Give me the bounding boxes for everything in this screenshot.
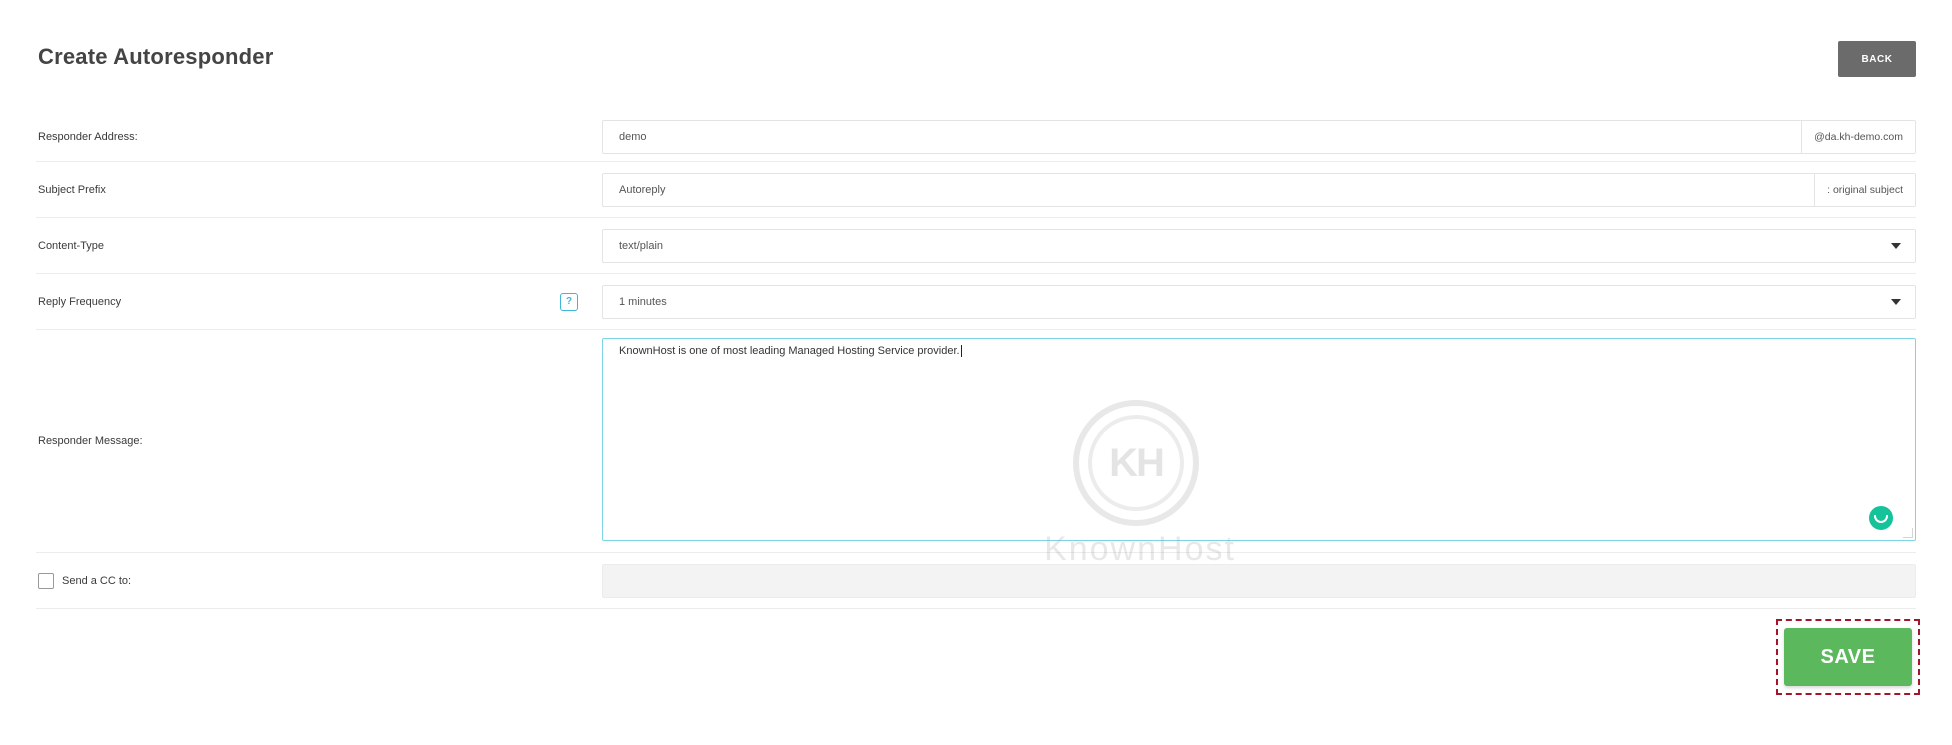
- send-cc-row: Send a CC to:: [36, 553, 1916, 609]
- send-cc-checkbox[interactable]: [38, 572, 54, 589]
- reply-frequency-select[interactable]: 1 minutes: [602, 284, 1916, 319]
- responder-address-value: demo: [619, 130, 647, 143]
- caret-down-icon: [1891, 242, 1901, 249]
- page-title: Create Autoresponder: [38, 44, 274, 69]
- text-cursor: [960, 345, 962, 358]
- subject-prefix-input[interactable]: Autoreply : original subject: [602, 172, 1916, 207]
- reply-frequency-label: Reply Frequency: [38, 295, 122, 308]
- responder-message-text: KnownHost is one of most leading Managed…: [619, 345, 960, 357]
- responder-address-row: Responder Address: demo @da.kh-demo.com: [36, 112, 1916, 162]
- responder-message-row: Responder Message: KnownHost is one of m…: [36, 330, 1916, 553]
- domain-suffix: @da.kh-demo.com: [1801, 120, 1915, 153]
- autoresponder-form: Responder Address: demo @da.kh-demo.com …: [36, 112, 1916, 609]
- responder-message-label: Responder Message:: [38, 435, 143, 447]
- help-icon[interactable]: ?: [560, 292, 578, 311]
- subject-prefix-value: Autoreply: [619, 183, 666, 196]
- caret-down-icon: [1891, 298, 1901, 305]
- grammarly-icon[interactable]: [1869, 506, 1893, 530]
- reply-frequency-row: Reply Frequency ? 1 minutes: [36, 274, 1916, 330]
- subject-suffix: : original subject: [1814, 173, 1915, 206]
- subject-prefix-row: Subject Prefix Autoreply : original subj…: [36, 162, 1916, 218]
- content-type-label: Content-Type: [38, 239, 105, 252]
- reply-frequency-value: 1 minutes: [619, 295, 667, 308]
- resize-handle-icon[interactable]: [1903, 528, 1913, 538]
- responder-address-label: Responder Address:: [38, 130, 138, 143]
- send-cc-label: Send a CC to:: [62, 574, 132, 587]
- content-type-select[interactable]: text/plain: [602, 228, 1916, 263]
- responder-address-input[interactable]: demo @da.kh-demo.com: [602, 119, 1916, 154]
- subject-prefix-label: Subject Prefix: [38, 183, 106, 196]
- cc-email-input[interactable]: [602, 563, 1916, 598]
- back-button[interactable]: BACK: [1838, 41, 1916, 77]
- content-type-value: text/plain: [619, 239, 664, 252]
- save-highlight: SAVE: [1776, 619, 1920, 695]
- save-button[interactable]: SAVE: [1784, 628, 1912, 686]
- responder-message-textarea[interactable]: KnownHost is one of most leading Managed…: [602, 338, 1916, 541]
- content-type-row: Content-Type text/plain: [36, 218, 1916, 274]
